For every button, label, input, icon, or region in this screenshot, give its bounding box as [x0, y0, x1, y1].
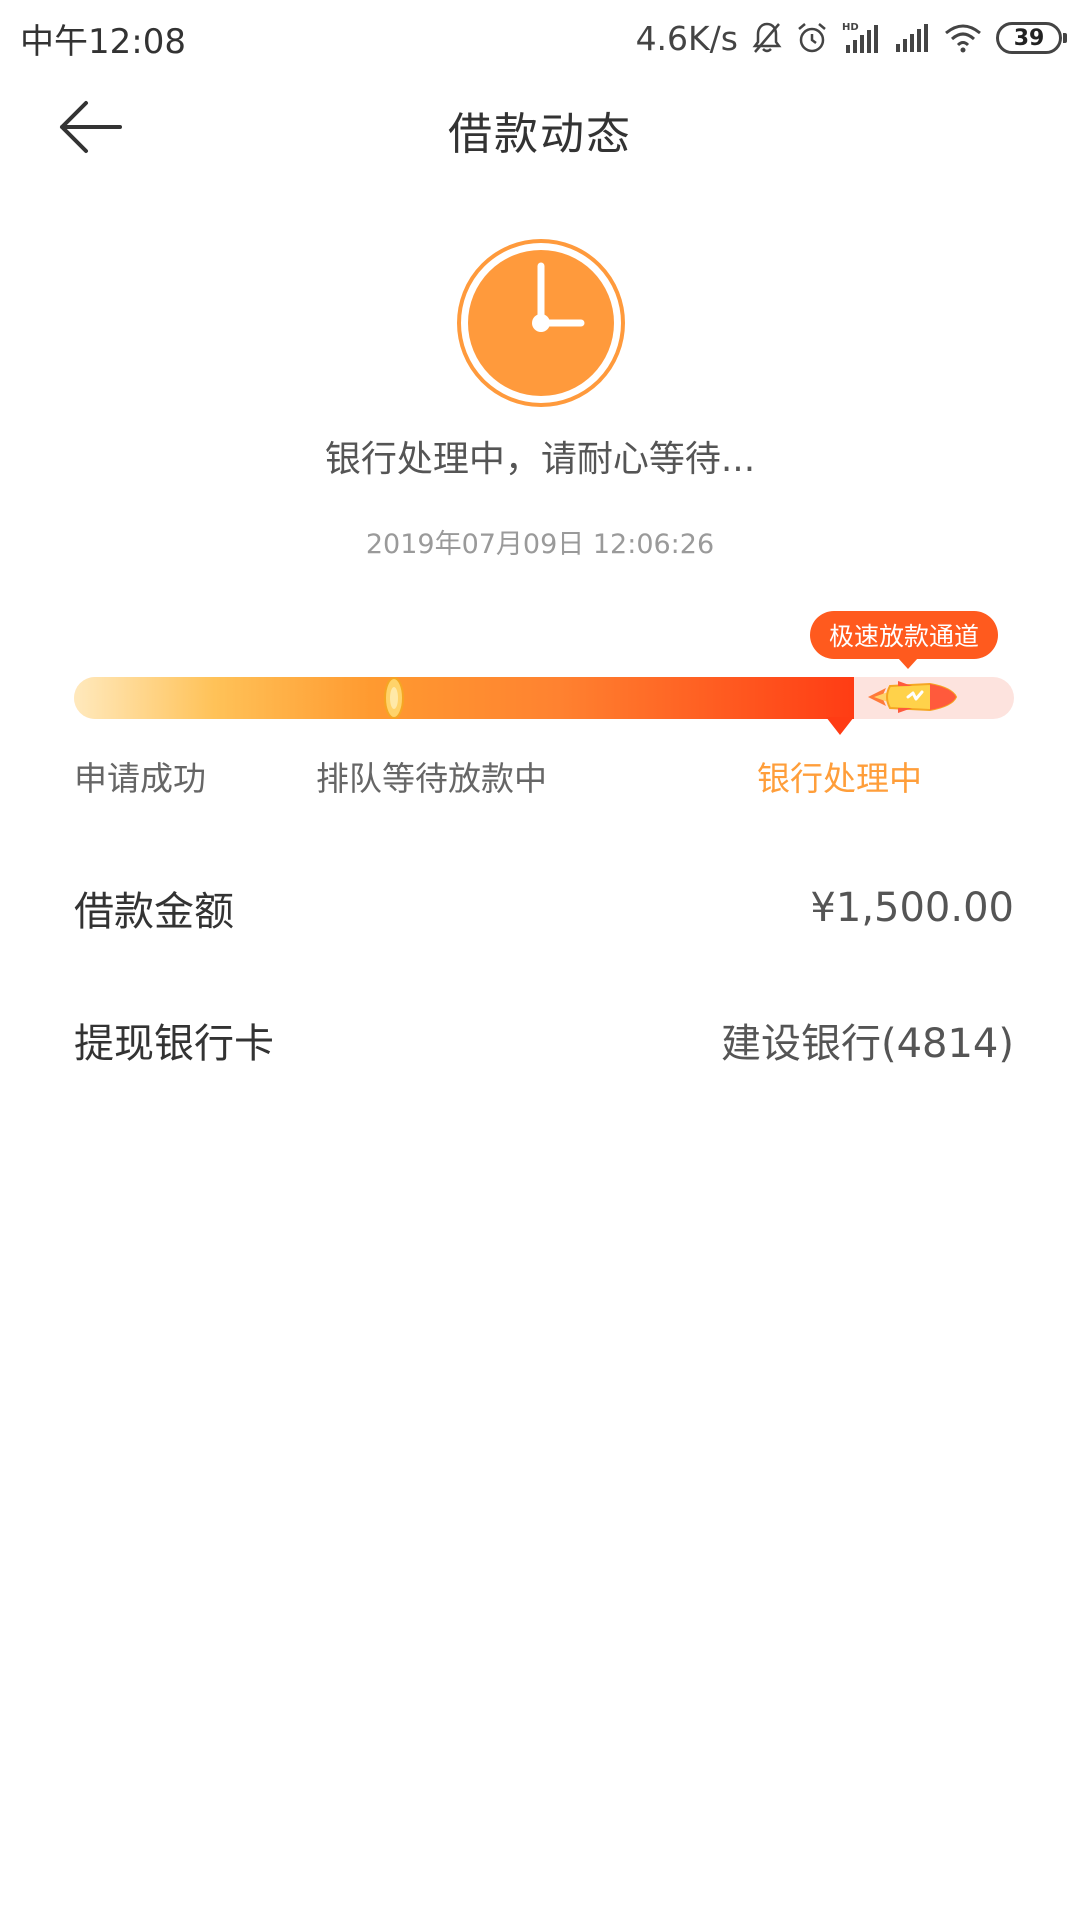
bank-card-value: 建设银行(4814) [720, 1021, 1014, 1067]
fast-payout-badge[interactable]: 极速放款通道 [810, 611, 998, 669]
wifi-icon [944, 23, 982, 53]
progress-pointer [826, 717, 854, 735]
coin-marker-icon [383, 675, 405, 721]
status-timestamp: 2019年07月09日 12:06:26 [365, 529, 715, 560]
status-time: 中午12:08 [20, 22, 186, 62]
status-bar: 中午12:08 4.6K/s HD 39 [0, 0, 1080, 76]
nav-bar: 借款动态 [0, 76, 1080, 176]
rocket-icon [864, 668, 960, 726]
bank-card-row: 提现银行卡 建设银行(4814) [74, 1010, 1014, 1070]
loan-amount-value: ¥1,500.00 [810, 885, 1014, 931]
bell-muted-icon [752, 21, 782, 55]
loan-amount-row: 借款金额 ¥1,500.00 [74, 878, 1014, 938]
step-label-queued: 排队等待放款中 [316, 759, 547, 798]
loan-amount-label: 借款金额 [74, 889, 234, 935]
status-message: 银行处理中，请耐心等待... [324, 439, 756, 480]
hd-signal-icon: HD [842, 21, 880, 55]
net-speed: 4.6K/s [635, 18, 738, 58]
alarm-icon [796, 21, 828, 55]
bank-card-label: 提现银行卡 [74, 1021, 274, 1067]
progress-fill [74, 677, 854, 719]
status-icons: 4.6K/s HD 39 [635, 14, 1067, 62]
page-title: 借款动态 [448, 109, 632, 160]
step-label-applied: 申请成功 [74, 759, 206, 798]
signal-icon [894, 22, 930, 54]
step-label-bank-processing: 银行处理中 [757, 759, 922, 798]
battery-icon: 39 [996, 22, 1067, 54]
clock-icon [456, 238, 626, 408]
svg-text:HD: HD [842, 22, 859, 33]
